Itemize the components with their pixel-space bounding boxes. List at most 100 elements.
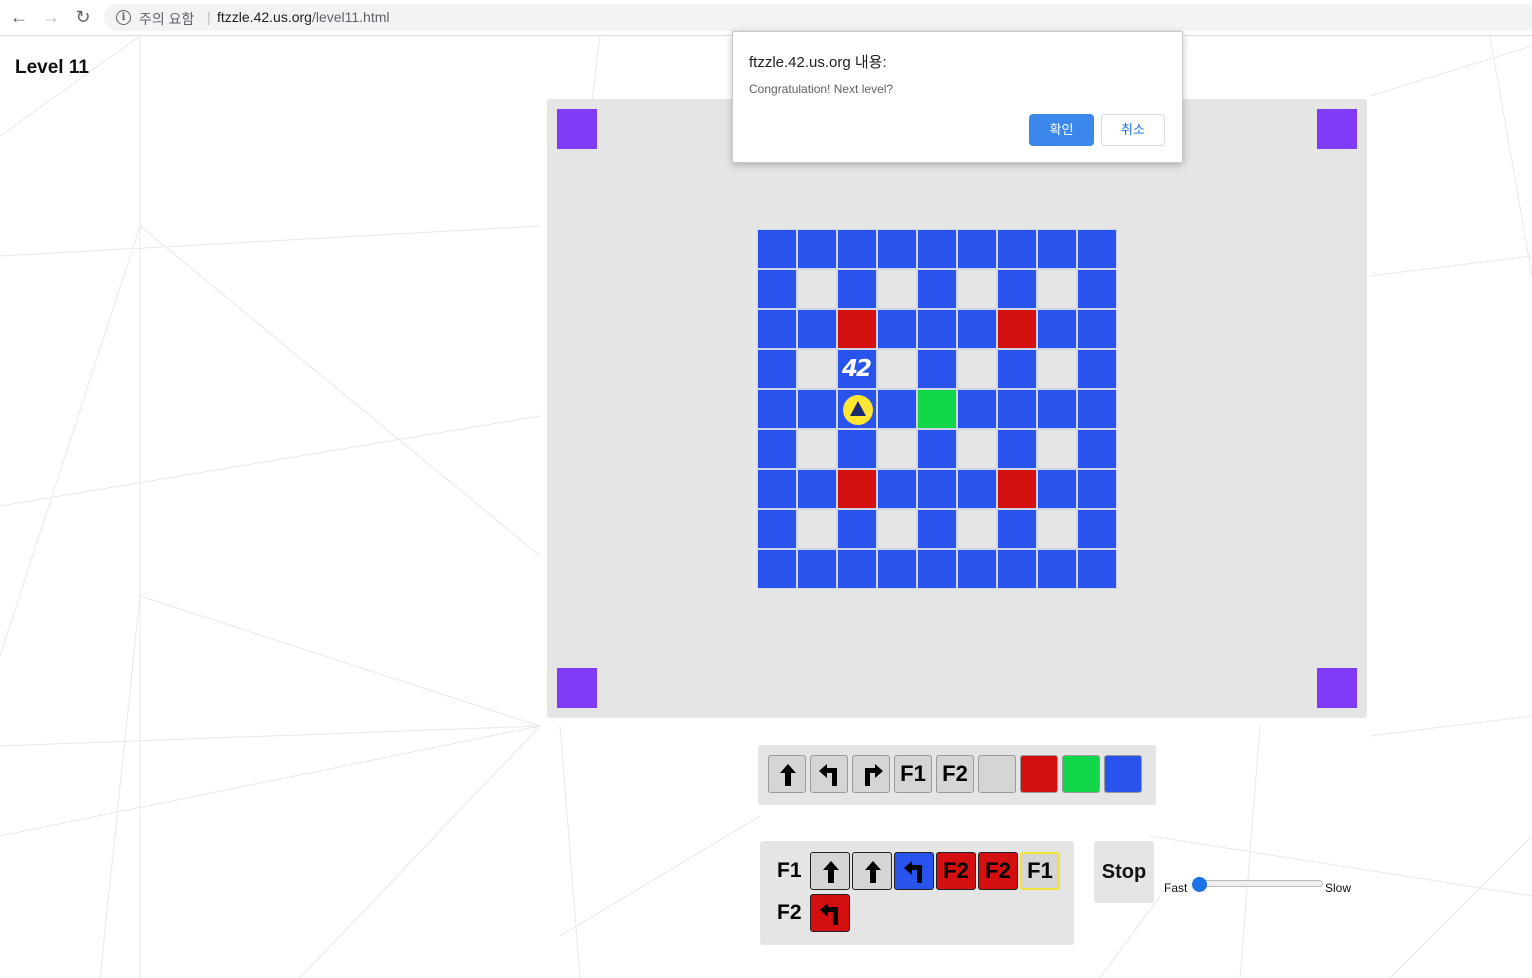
board-cell xyxy=(957,389,997,429)
forward-tool[interactable] xyxy=(768,755,806,793)
info-icon[interactable]: i xyxy=(116,10,131,25)
board-cell xyxy=(797,469,837,509)
speed-slider[interactable] xyxy=(1193,880,1323,887)
color-blue-tool[interactable] xyxy=(1104,755,1142,793)
board-cell xyxy=(957,509,997,549)
url-text[interactable]: ftzzle.42.us.org/level11.html xyxy=(217,9,390,25)
board-cell xyxy=(1077,509,1117,549)
reload-icon[interactable]: ↻ xyxy=(71,6,95,28)
board-cell xyxy=(837,309,877,349)
f2-tool[interactable]: F2 xyxy=(936,755,974,793)
board-cell xyxy=(757,269,797,309)
color-red-tool[interactable] xyxy=(1020,755,1058,793)
board-cell xyxy=(1077,229,1117,269)
f2-slot-1[interactable] xyxy=(810,894,850,932)
cancel-button[interactable]: 취소 xyxy=(1101,114,1165,146)
speed-slow-label: Slow xyxy=(1325,881,1352,895)
board-cell xyxy=(877,309,917,349)
dialog-message: Congratulation! Next level? xyxy=(749,82,894,96)
board-cell xyxy=(1037,269,1077,309)
board-cell xyxy=(917,309,957,349)
board-cell xyxy=(837,389,877,429)
board-cell xyxy=(877,469,917,509)
board-cell xyxy=(757,349,797,389)
url-separator: | xyxy=(207,9,211,25)
board-cell xyxy=(757,389,797,429)
board-cell xyxy=(1037,309,1077,349)
board-cell: 42 xyxy=(837,349,877,389)
board-cell xyxy=(957,229,997,269)
corner-marker xyxy=(557,668,597,708)
f1-tool[interactable]: F1 xyxy=(894,755,932,793)
board-cell xyxy=(1037,509,1077,549)
board-cell xyxy=(917,429,957,469)
board-cell xyxy=(797,549,837,589)
board-cell xyxy=(997,469,1037,509)
back-arrow-icon[interactable]: ← xyxy=(7,6,31,28)
board-cell xyxy=(957,549,997,589)
f1-slot-5[interactable]: F2 xyxy=(978,852,1018,890)
toolbox: F1 F2 xyxy=(758,745,1156,805)
board-cell xyxy=(797,229,837,269)
arrow-up-icon xyxy=(823,861,839,883)
turn-left-tool[interactable] xyxy=(810,755,848,793)
url-host: ftzzle.42.us.org xyxy=(217,9,312,25)
board-cell xyxy=(1077,469,1117,509)
arrow-up-icon xyxy=(780,764,796,786)
board-cell xyxy=(917,549,957,589)
f1-slot-2[interactable] xyxy=(852,852,892,890)
speed-fast-label: Fast xyxy=(1164,881,1188,895)
board-cell xyxy=(997,229,1037,269)
board-cell xyxy=(1037,389,1077,429)
color-green-tool[interactable] xyxy=(1062,755,1100,793)
dialog-title: ftzzle.42.us.org 내용: xyxy=(749,54,887,71)
board-cell xyxy=(837,429,877,469)
program-editor: F1 F2 F2 F2 F1 xyxy=(760,841,1074,945)
board-cell xyxy=(1037,549,1077,589)
forward-arrow-icon[interactable]: → xyxy=(39,6,63,28)
speed-slider-thumb[interactable] xyxy=(1192,877,1207,892)
corner-marker xyxy=(557,109,597,149)
board-cell xyxy=(877,349,917,389)
f1-slot-1[interactable] xyxy=(810,852,850,890)
board-cell xyxy=(1077,309,1117,349)
turn-right-icon xyxy=(865,764,883,786)
ok-button[interactable]: 확인 xyxy=(1029,114,1094,146)
board-cell xyxy=(757,309,797,349)
board-cell xyxy=(757,229,797,269)
corner-marker xyxy=(1317,668,1357,708)
board-cell xyxy=(757,429,797,469)
board-cell xyxy=(997,549,1037,589)
board-cell xyxy=(837,229,877,269)
turn-left-icon xyxy=(819,764,837,786)
f2-label: F2 xyxy=(777,901,802,924)
board-cell xyxy=(957,309,997,349)
stop-button[interactable]: Stop xyxy=(1094,841,1154,903)
board-cell xyxy=(797,269,837,309)
board-cell xyxy=(837,549,877,589)
game-board: 42 xyxy=(757,229,1117,589)
board-cell xyxy=(837,509,877,549)
board-cell xyxy=(877,229,917,269)
f1-slot-6[interactable]: F1 xyxy=(1020,852,1060,890)
board-cell xyxy=(997,269,1037,309)
board-cell xyxy=(957,469,997,509)
robot-player-icon xyxy=(843,395,873,425)
board-cell xyxy=(877,389,917,429)
turn-right-tool[interactable] xyxy=(852,755,890,793)
address-bar[interactable]: i 주의 요함 | ftzzle.42.us.org/level11.html xyxy=(104,4,1532,31)
board-cell xyxy=(877,269,917,309)
board-cell xyxy=(797,309,837,349)
board-cell xyxy=(917,469,957,509)
board-cell xyxy=(837,269,877,309)
f1-slot-3[interactable] xyxy=(894,852,934,890)
board-cell xyxy=(877,509,917,549)
turn-left-icon xyxy=(820,903,838,925)
board-cell xyxy=(1037,469,1077,509)
board-cell xyxy=(917,389,957,429)
color-none-tool[interactable] xyxy=(978,755,1016,793)
turn-left-icon xyxy=(904,861,922,883)
f1-slot-4[interactable]: F2 xyxy=(936,852,976,890)
board-cell xyxy=(1037,429,1077,469)
level-title: Level 11 xyxy=(15,57,89,78)
